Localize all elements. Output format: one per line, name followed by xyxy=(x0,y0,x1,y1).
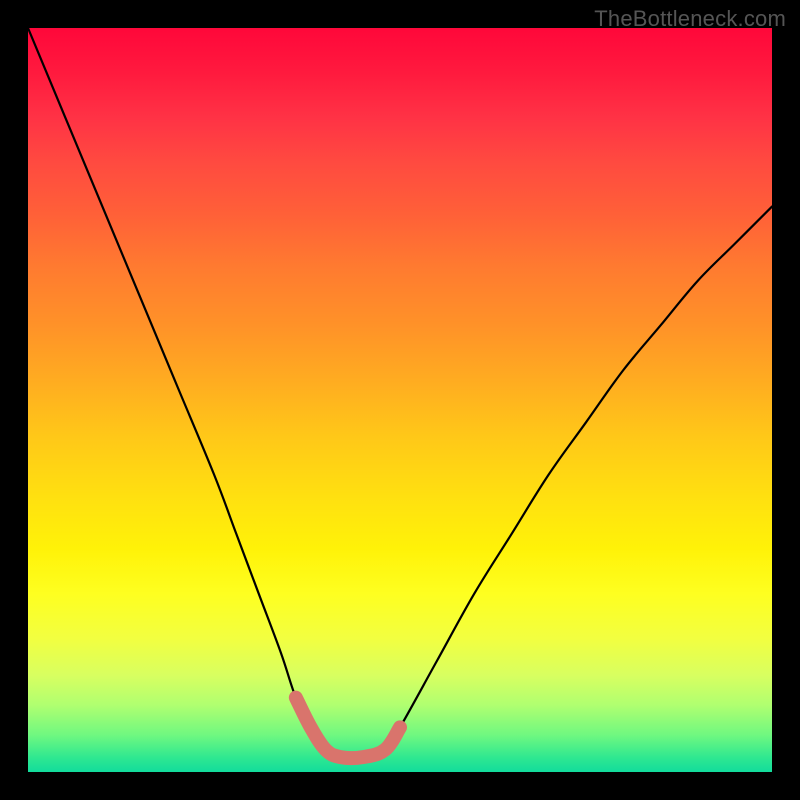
target-band xyxy=(296,698,400,759)
chart-svg xyxy=(28,28,772,772)
chart-area xyxy=(28,28,772,772)
bottleneck-curve xyxy=(28,28,772,758)
watermark-text: TheBottleneck.com xyxy=(594,6,786,32)
